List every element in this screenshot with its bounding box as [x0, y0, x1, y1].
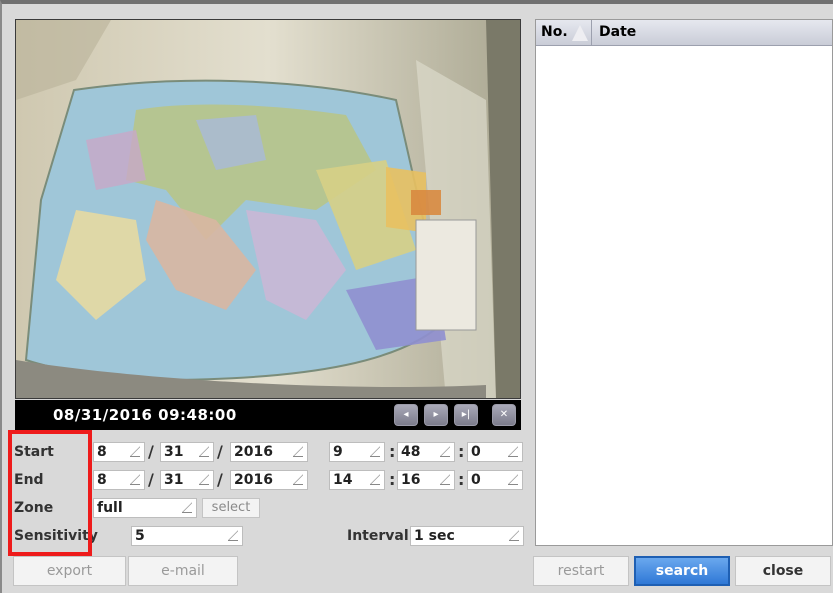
dropdown-arrow-icon [509, 530, 519, 541]
end-minute-select[interactable]: 16 [397, 470, 455, 490]
play-button[interactable]: ▸ [424, 404, 448, 426]
time-separator: : [389, 442, 396, 461]
start-year-select[interactable]: 2016 [230, 442, 308, 462]
export-button[interactable]: export [13, 556, 126, 586]
prev-frame-icon: ◂ [403, 409, 409, 420]
close-video-button[interactable]: ✕ [492, 404, 516, 426]
close-icon: ✕ [499, 409, 509, 420]
dropdown-arrow-icon [130, 446, 140, 457]
search-button[interactable]: search [634, 556, 730, 586]
prev-frame-button[interactable]: ◂ [394, 404, 418, 426]
email-button[interactable]: e-mail [128, 556, 238, 586]
start-hour-select[interactable]: 9 [329, 442, 385, 462]
end-hour-select[interactable]: 14 [329, 470, 385, 490]
next-frame-button[interactable]: ▸| [454, 404, 478, 426]
dropdown-arrow-icon [293, 474, 303, 485]
dropdown-arrow-icon [508, 474, 518, 485]
date-separator: / [217, 470, 223, 489]
column-header-no[interactable]: No. [541, 24, 568, 40]
end-day-select[interactable]: 31 [160, 470, 214, 490]
highlight-box [8, 430, 92, 556]
start-minute-select[interactable]: 48 [397, 442, 455, 462]
next-frame-icon: ▸| [461, 409, 471, 420]
dropdown-arrow-icon [440, 474, 450, 485]
dropdown-arrow-icon [228, 530, 238, 541]
dropdown-arrow-icon [370, 474, 380, 485]
end-year-select[interactable]: 2016 [230, 470, 308, 490]
dropdown-arrow-icon [293, 446, 303, 457]
end-second-select[interactable]: 0 [467, 470, 523, 490]
video-preview [15, 19, 521, 399]
column-divider [591, 20, 592, 45]
zone-select-button[interactable]: select [202, 498, 260, 518]
end-month-select[interactable]: 8 [93, 470, 145, 490]
column-header-date[interactable]: Date [599, 24, 636, 40]
start-second-select[interactable]: 0 [467, 442, 523, 462]
dropdown-arrow-icon [370, 446, 380, 457]
dropdown-arrow-icon [199, 474, 209, 485]
dropdown-arrow-icon [130, 474, 140, 485]
time-separator: : [458, 470, 465, 489]
play-icon: ▸ [433, 409, 439, 420]
interval-label: Interval [347, 528, 409, 544]
date-separator: / [217, 442, 223, 461]
start-day-select[interactable]: 31 [160, 442, 214, 462]
interval-select[interactable]: 1 sec [410, 526, 524, 546]
time-separator: : [458, 442, 465, 461]
dropdown-arrow-icon [182, 502, 192, 513]
close-button[interactable]: close [735, 556, 831, 586]
sort-ascending-icon[interactable] [572, 25, 588, 41]
zone-select[interactable]: full [93, 498, 197, 518]
dropdown-arrow-icon [508, 446, 518, 457]
event-list[interactable]: No. Date [535, 19, 833, 546]
time-separator: : [389, 470, 396, 489]
date-separator: / [148, 442, 154, 461]
video-timestamp: 08/31/2016 09:48:00 [53, 406, 237, 424]
camera-frame-image [16, 20, 520, 398]
date-separator: / [148, 470, 154, 489]
video-control-bar: 08/31/2016 09:48:00 ◂ ▸ ▸| ✕ [15, 400, 521, 430]
list-header: No. Date [536, 20, 832, 46]
dropdown-arrow-icon [440, 446, 450, 457]
start-month-select[interactable]: 8 [93, 442, 145, 462]
sensitivity-select[interactable]: 5 [131, 526, 243, 546]
restart-button[interactable]: restart [533, 556, 629, 586]
dropdown-arrow-icon [199, 446, 209, 457]
